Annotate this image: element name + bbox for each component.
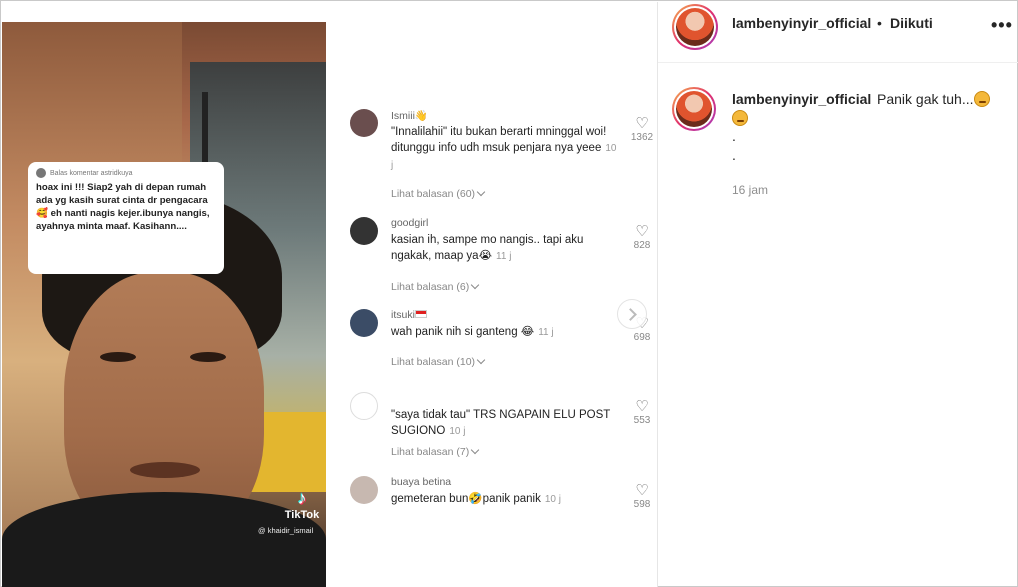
avatar-frame: [674, 89, 714, 129]
view-replies-link[interactable]: Lihat balasan (10): [391, 355, 486, 368]
comment-username: Ismiii👋: [391, 110, 428, 122]
like-count: 828: [633, 240, 651, 251]
reply-text: hoax ini !!! Siap2 yah di depan rumah ad…: [36, 182, 210, 232]
comment-text-body: gemeteran bun🤣panik panik: [391, 493, 541, 505]
tiktok-video-frame[interactable]: Balas komentar astridkuya hoax ini !!! S…: [2, 22, 326, 587]
profile-avatar[interactable]: [676, 8, 714, 46]
more-options-icon[interactable]: •••: [991, 15, 1013, 36]
comment-text: kasian ih, sampe mo nangis.. tapi aku ng…: [391, 232, 619, 265]
comment-time: 11 j: [538, 327, 554, 338]
like-count: 553: [633, 415, 651, 426]
instagram-post-modal: Balas komentar astridkuya hoax ini !!! S…: [0, 0, 1018, 587]
view-replies-link[interactable]: Lihat balasan (7): [391, 445, 480, 458]
comment-avatar: [350, 392, 378, 420]
comment-text-body: "Innalilahii" itu bukan berarti mninggal…: [391, 126, 607, 154]
comment-avatar: [350, 109, 378, 137]
reply-avatar: [36, 168, 46, 178]
comment-time: 10 j: [449, 426, 466, 437]
comment-username: goodgirl: [391, 217, 429, 229]
tiktok-handle: @ khaidir_ismail: [258, 526, 314, 535]
tiktok-icon: ♪: [297, 488, 307, 508]
view-replies-link[interactable]: Lihat balasan (60): [391, 187, 486, 200]
comment-avatar: [350, 476, 378, 504]
comment-like[interactable]: ♡ 553: [630, 399, 654, 426]
like-count: 698: [633, 332, 651, 343]
indonesia-flag-icon: [414, 310, 427, 318]
heart-icon[interactable]: ♡: [630, 483, 654, 498]
comment-like[interactable]: ♡ 1362: [630, 116, 654, 143]
person-eye-left: [100, 352, 136, 362]
tiktok-watermark: ♪ TikTok: [282, 488, 322, 521]
caption-dot: .: [732, 128, 736, 144]
comment-text-body: kasian ih, sampe mo nangis.. tapi aku ng…: [391, 234, 584, 262]
comment-time: 11 j: [496, 251, 512, 262]
comment-like[interactable]: ♡ 598: [630, 483, 654, 510]
comment-text: wah panik nih si ganteng 😂 11 j: [391, 324, 619, 341]
comment-text: "Innalilahii" itu bukan berarti mninggal…: [391, 124, 619, 174]
view-replies-link[interactable]: Lihat balasan (6): [391, 280, 480, 293]
caption-story-ring[interactable]: [672, 87, 716, 131]
post-media: Balas komentar astridkuya hoax ini !!! S…: [2, 2, 657, 587]
heart-icon[interactable]: ♡: [630, 116, 654, 131]
smirk-emoji-icon: [732, 110, 748, 126]
chevron-down-icon: [470, 445, 480, 455]
like-count: 598: [633, 499, 651, 510]
avatar-frame: [674, 6, 716, 48]
chevron-down-icon: [476, 187, 486, 197]
caption-emoji-line: [732, 110, 748, 128]
comment-username: itsuki: [391, 309, 427, 321]
comment-text-body: wah panik nih si ganteng 😂: [391, 326, 535, 338]
view-replies-label: Lihat balasan (60): [391, 188, 476, 200]
post-header: lambenyinyir_official • Diikuti •••: [658, 2, 1018, 63]
chevron-right-icon: [623, 307, 637, 321]
comment-time: 10 j: [544, 494, 561, 505]
reply-header: Balas komentar astridkuya: [36, 168, 216, 178]
header-username-link[interactable]: lambenyinyir_official: [732, 15, 871, 31]
header-separator: •: [877, 15, 882, 31]
caption-avatar[interactable]: [676, 91, 712, 127]
next-slide-button[interactable]: [617, 299, 647, 329]
caption-timestamp[interactable]: 16 jam: [732, 183, 768, 197]
comment-username-text: itsuki: [391, 309, 415, 321]
comment-text: gemeteran bun🤣panik panik 10 j: [391, 491, 619, 508]
view-replies-label: Lihat balasan (10): [391, 356, 476, 368]
reply-comment-sticker: Balas komentar astridkuya hoax ini !!! S…: [28, 162, 224, 274]
person-shirt: [2, 492, 326, 587]
following-status-button[interactable]: Diikuti: [890, 15, 933, 31]
comment-avatar: [350, 309, 378, 337]
tiktok-name: TikTok: [284, 509, 320, 521]
person-mouth: [130, 462, 200, 478]
chevron-down-icon: [476, 355, 486, 365]
chevron-down-icon: [470, 280, 480, 290]
reply-header-text: Balas komentar astridkuya: [50, 169, 133, 177]
comment-username: buaya betina: [391, 476, 452, 488]
person-eye-right: [190, 352, 226, 362]
comment-text: "saya tidak tau" TRS NGAPAIN ELU POST SU…: [391, 407, 619, 440]
caption-username-link[interactable]: lambenyinyir_official: [732, 91, 871, 107]
smirk-emoji-icon: [973, 91, 990, 107]
post-sidebar: lambenyinyir_official • Diikuti ••• lamb…: [657, 2, 1018, 587]
like-count: 1362: [630, 132, 654, 143]
caption-dot: .: [732, 147, 736, 163]
view-replies-label: Lihat balasan (6): [391, 281, 470, 293]
caption-text-body: Panik gak tuh...: [877, 91, 974, 107]
heart-icon[interactable]: ♡: [630, 224, 654, 239]
caption-text: Panik gak tuh...: [877, 91, 990, 107]
comment-avatar: [350, 217, 378, 245]
heart-icon[interactable]: ♡: [630, 399, 654, 414]
comment-like[interactable]: ♡ 828: [630, 224, 654, 251]
view-replies-label: Lihat balasan (7): [391, 446, 470, 458]
comment-text-body: "saya tidak tau" TRS NGAPAIN ELU POST SU…: [391, 409, 611, 437]
story-ring[interactable]: [672, 4, 718, 50]
